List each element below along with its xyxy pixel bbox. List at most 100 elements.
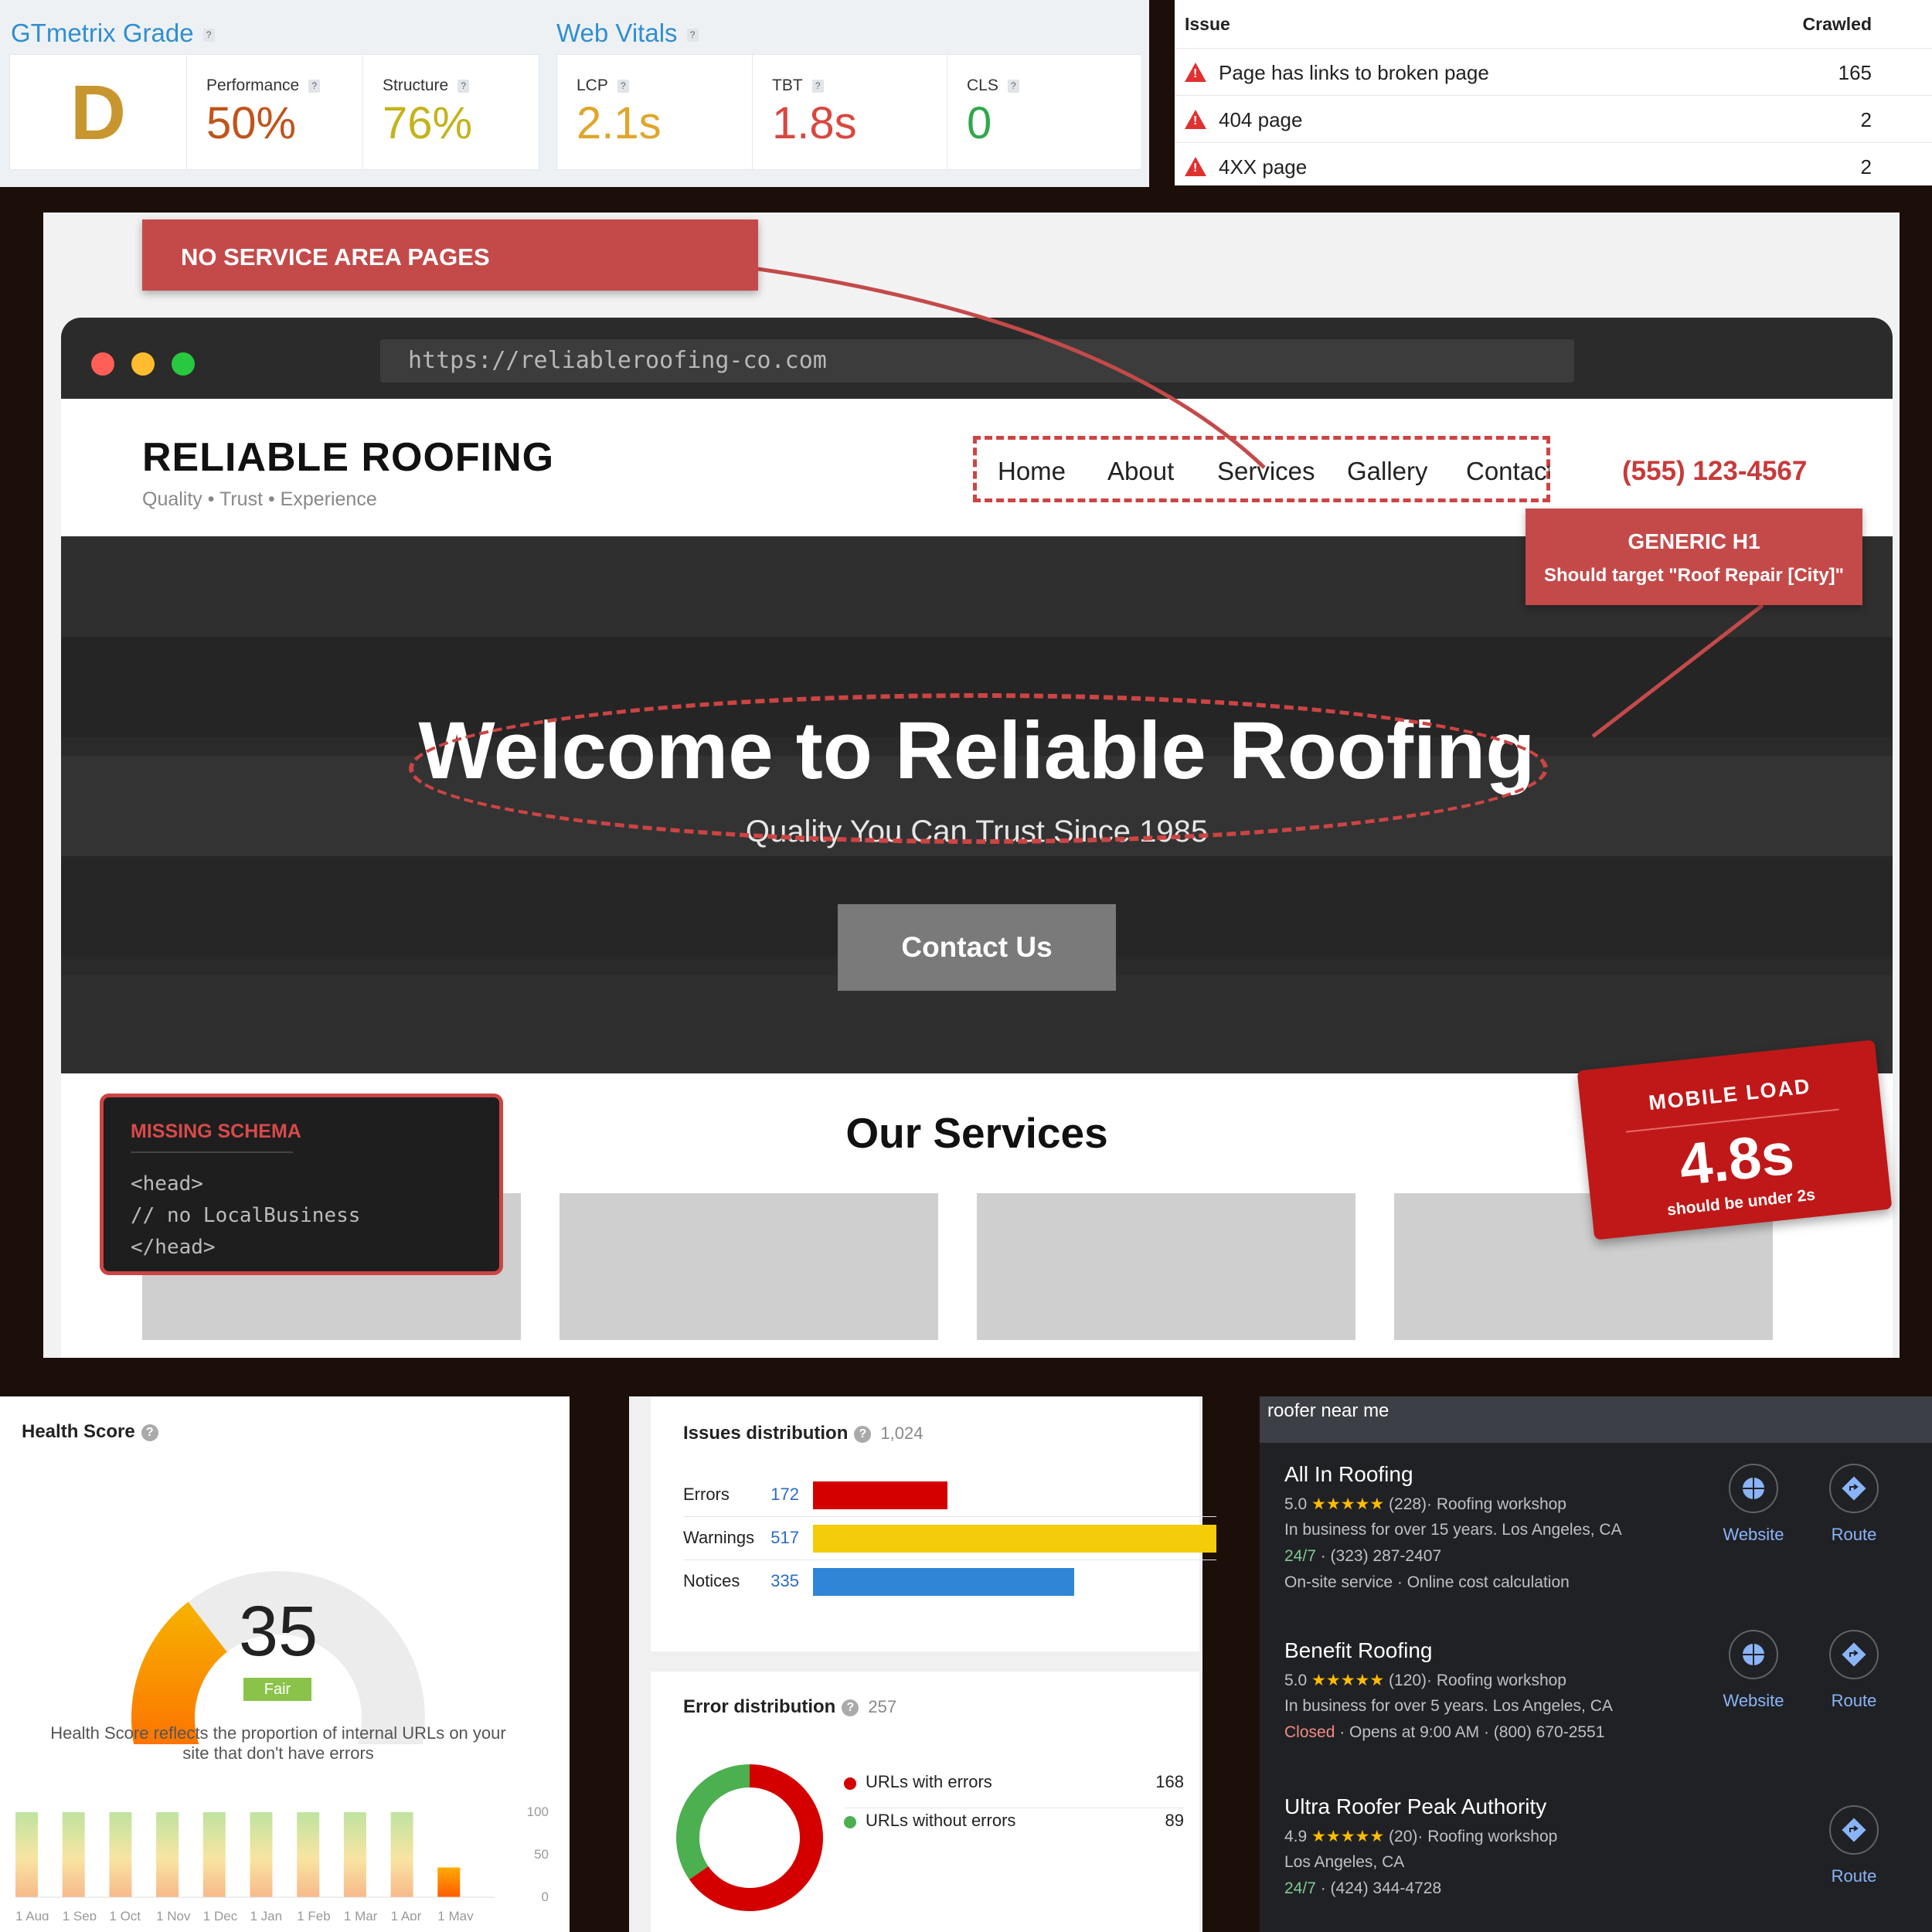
service-area-connector: [757, 267, 1266, 469]
website-button[interactable]: Website: [1707, 1691, 1800, 1711]
warning-icon: !: [1185, 157, 1206, 176]
listing-name[interactable]: Benefit Roofing: [1284, 1638, 1432, 1663]
gtmetrix-grade-heading: GTmetrix Grade?: [11, 19, 215, 48]
website-button[interactable]: Website: [1707, 1525, 1800, 1545]
health-bar[interactable]: [390, 1812, 413, 1897]
warning-icon: !: [1185, 63, 1206, 82]
help-icon[interactable]: ?: [141, 1423, 158, 1441]
legend-item[interactable]: URLs without errors 89: [844, 1809, 1184, 1840]
health-bar[interactable]: [109, 1812, 132, 1897]
issue-name[interactable]: 4XX page: [1219, 155, 1307, 179]
health-bar[interactable]: [156, 1812, 179, 1897]
help-icon[interactable]: ?: [457, 79, 470, 93]
route-button[interactable]: Route: [1808, 1866, 1900, 1886]
health-bar[interactable]: [15, 1812, 38, 1897]
code-line: </head>: [131, 1236, 216, 1259]
x-tick-label: 1 Mar: [344, 1909, 378, 1920]
listing-name[interactable]: All In Roofing: [1284, 1462, 1413, 1487]
listing-about: In business for over 5 years. Los Angele…: [1284, 1697, 1613, 1715]
listing-about: In business for over 15 years. Los Angel…: [1284, 1521, 1622, 1539]
callout-text: NO SERVICE AREA PAGES: [181, 243, 490, 270]
x-tick-label: 1 May: [437, 1909, 474, 1920]
warning-icon: !: [1185, 110, 1206, 129]
schema-title: MISSING SCHEMA: [131, 1121, 301, 1142]
distribution-count[interactable]: 172: [737, 1485, 799, 1505]
web-vitals-card: LCP? 2.1s TBT? 1.8s CLS? 0: [556, 54, 1142, 170]
issues-table: Issue Crawled ! Page has links to broken…: [1175, 0, 1932, 185]
grade-cell: D: [10, 55, 186, 169]
table-row[interactable]: ! 404 page 2: [1175, 95, 1932, 143]
distribution-count[interactable]: 517: [737, 1528, 799, 1548]
column-header-issue[interactable]: Issue: [1185, 14, 1230, 35]
distribution-bar[interactable]: [813, 1525, 1216, 1553]
listing-contact-line: Closed · Opens at 9:00 AM · (800) 670-25…: [1284, 1723, 1605, 1741]
help-icon[interactable]: ?: [686, 28, 699, 42]
listing-rating-line: 5.0 ★★★★★ (120)· Roofing workshop: [1284, 1672, 1566, 1689]
route-directions-icon[interactable]: [1829, 1805, 1879, 1855]
legend-item[interactable]: URLs with errors 168: [844, 1770, 1184, 1808]
legend-label: URLs with errors: [866, 1772, 992, 1791]
help-icon[interactable]: ?: [308, 79, 321, 93]
issue-name[interactable]: 404 page: [1219, 108, 1302, 132]
generic-h1-callout: GENERIC H1 Should target "Roof Repair [C…: [1526, 509, 1862, 605]
distribution-bar[interactable]: [813, 1481, 947, 1509]
x-tick-label: 1 Aug: [15, 1909, 49, 1920]
legend-dot-icon: [844, 1816, 856, 1828]
help-icon[interactable]: ?: [617, 79, 629, 93]
issue-name[interactable]: Page has links to broken page: [1219, 61, 1489, 85]
structure-label: Structure: [383, 77, 449, 94]
distribution-row[interactable]: Warnings 517: [683, 1517, 1216, 1560]
listing-about: Los Angeles, CA: [1284, 1853, 1405, 1871]
website-globe-icon[interactable]: [1729, 1630, 1778, 1679]
listing-extra: On-site service · Online cost calculatio…: [1284, 1573, 1570, 1591]
search-query[interactable]: roofer near me: [1260, 1396, 1932, 1443]
listing-card[interactable]: All In Roofing 5.0 ★★★★★ (228)· Roofing …: [1260, 1451, 1932, 1621]
route-button[interactable]: Route: [1808, 1525, 1900, 1545]
distribution-row[interactable]: Errors 172: [683, 1474, 1216, 1517]
issue-count[interactable]: 2: [1861, 155, 1872, 179]
route-directions-icon[interactable]: [1829, 1630, 1879, 1679]
distribution-bar[interactable]: [813, 1568, 1075, 1596]
distribution-count[interactable]: 335: [737, 1571, 799, 1591]
health-bar[interactable]: [343, 1812, 366, 1897]
listing-card[interactable]: Ultra Roofer Peak Authority 4.9 ★★★★★ (2…: [1260, 1783, 1932, 1930]
website-globe-icon[interactable]: [1729, 1464, 1778, 1513]
y-tick-label: 100: [527, 1804, 549, 1819]
star-rating-icon: ★★★★★: [1311, 1495, 1385, 1513]
help-icon[interactable]: ?: [854, 1425, 872, 1443]
help-icon[interactable]: ?: [1007, 79, 1019, 93]
table-row[interactable]: ! Page has links to broken page 165: [1175, 48, 1932, 96]
performance-label: Performance: [206, 77, 300, 94]
y-tick-label: 0: [542, 1889, 549, 1904]
health-score-value: 35: [238, 1592, 318, 1671]
health-bar[interactable]: [62, 1812, 85, 1897]
lcp-value: 2.1s: [577, 98, 662, 148]
x-tick-label: 1 Feb: [297, 1909, 330, 1920]
x-tick-label: 1 Sep: [63, 1909, 97, 1920]
distribution-row[interactable]: Notices 335: [683, 1560, 1216, 1604]
help-icon[interactable]: ?: [842, 1699, 859, 1716]
health-rating-badge: Fair: [243, 1678, 311, 1701]
health-bar[interactable]: [297, 1812, 320, 1897]
help-icon[interactable]: ?: [202, 28, 215, 42]
health-bar[interactable]: [202, 1812, 226, 1897]
health-bar[interactable]: [437, 1867, 461, 1898]
issues-distribution-panel: Issues distribution? 1,024 Errors 172 Warni…: [629, 1396, 1216, 1932]
legend-label: URLs without errors: [866, 1811, 1016, 1830]
listing-card[interactable]: Benefit Roofing 5.0 ★★★★★ (120)· Roofing…: [1260, 1627, 1932, 1781]
issue-count[interactable]: 2: [1861, 108, 1872, 132]
missing-schema-callout: MISSING SCHEMA <head> // no LocalBusines…: [100, 1094, 503, 1275]
table-row[interactable]: ! 4XX page 2: [1175, 142, 1932, 190]
distribution-label: Errors: [683, 1485, 730, 1504]
route-button[interactable]: Route: [1808, 1691, 1900, 1711]
help-icon[interactable]: ?: [811, 79, 824, 93]
column-header-crawled[interactable]: Crawled: [1803, 14, 1872, 35]
route-directions-icon[interactable]: [1829, 1464, 1879, 1513]
star-rating-icon: ★★★★★: [1311, 1828, 1385, 1845]
listing-name[interactable]: Ultra Roofer Peak Authority: [1284, 1794, 1546, 1819]
x-tick-label: 1 Oct: [109, 1909, 141, 1920]
donut-slice[interactable]: [676, 1764, 750, 1880]
y-tick-label: 50: [534, 1847, 549, 1862]
issue-count[interactable]: 165: [1838, 61, 1872, 85]
health-bar[interactable]: [250, 1812, 273, 1897]
